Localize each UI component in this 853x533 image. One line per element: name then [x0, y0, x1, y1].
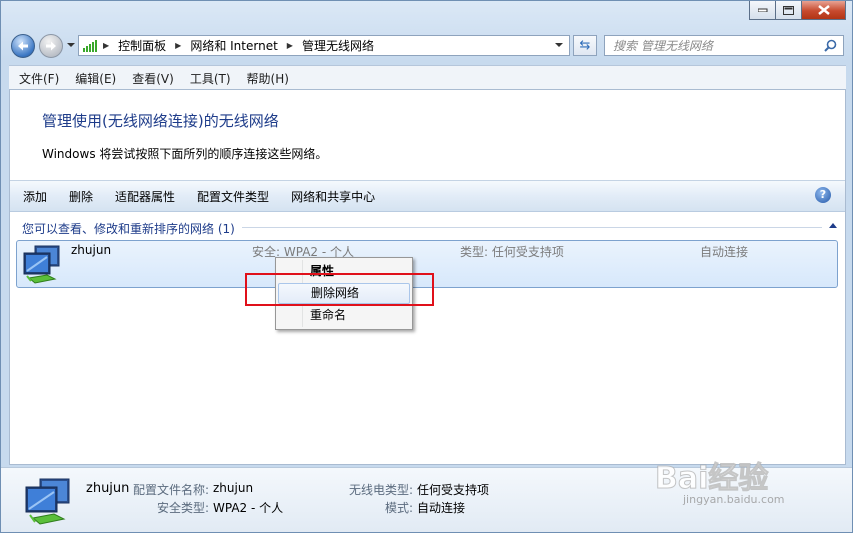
details-radio-label: 无线电类型:: [349, 483, 414, 497]
forward-arrow-icon: [46, 41, 56, 51]
search-placeholder: 搜索 管理无线网络: [613, 39, 713, 53]
close-button[interactable]: [801, 1, 846, 20]
recent-pages-dropdown[interactable]: [67, 43, 75, 47]
watermark-url: jingyan.baidu.com: [683, 493, 785, 506]
network-connect-mode: 自动连接: [700, 245, 749, 259]
menu-tools[interactable]: 工具(T): [180, 70, 237, 87]
address-row: ▶ 控制面板 ▶ 网络和 Internet ▶ 管理无线网络 ⇆ 搜索 管理无线…: [1, 31, 852, 61]
breadcrumb: ▶ 控制面板 ▶ 网络和 Internet ▶ 管理无线网络: [103, 37, 374, 54]
add-button[interactable]: 添加: [10, 188, 56, 205]
group-divider: [242, 227, 822, 228]
forward-button[interactable]: [39, 34, 63, 58]
watermark-brand: Bai经验: [654, 461, 769, 497]
details-radio-value: 任何受支持项: [417, 483, 490, 497]
wireless-network-icon: [25, 478, 70, 525]
address-bar[interactable]: ▶ 控制面板 ▶ 网络和 Internet ▶ 管理无线网络: [78, 35, 570, 56]
refresh-button[interactable]: ⇆: [573, 35, 597, 56]
page-description: Windows 将尝试按照下面所列的顺序连接这些网络。: [42, 147, 328, 161]
details-profile-value: zhujun: [213, 481, 254, 495]
details-security-value: WPA2 - 个人: [213, 501, 284, 515]
command-toolbar: 添加 删除 适配器属性 配置文件类型 网络和共享中心 ?: [10, 180, 845, 212]
collapse-group-icon[interactable]: [829, 223, 837, 228]
baidu-watermark: Bai经验 jingyan.baidu.com: [654, 453, 784, 507]
context-menu-rename[interactable]: 重命名: [278, 305, 410, 326]
breadcrumb-separator-icon: ▶: [103, 41, 110, 50]
search-input[interactable]: 搜索 管理无线网络: [604, 35, 844, 56]
details-profile-label: 配置文件名称:: [133, 483, 210, 497]
breadcrumb-separator-icon[interactable]: ▶: [287, 41, 293, 50]
help-icon[interactable]: ?: [815, 187, 831, 203]
maximize-button[interactable]: [775, 1, 802, 20]
breadcrumb-item-network-internet[interactable]: 网络和 Internet: [190, 37, 277, 54]
menu-view[interactable]: 查看(V): [122, 70, 180, 87]
minimize-button[interactable]: [749, 1, 776, 20]
close-icon: [817, 5, 830, 15]
details-security-label: 安全类型:: [157, 501, 210, 515]
adapter-properties-button[interactable]: 适配器属性: [102, 188, 184, 205]
network-group-header: 您可以查看、修改和重新排序的网络 (1): [22, 222, 235, 236]
address-history-dropdown[interactable]: [555, 43, 563, 47]
search-icon[interactable]: [824, 39, 837, 52]
breadcrumb-item-control-panel[interactable]: 控制面板: [118, 37, 166, 54]
menu-edit[interactable]: 编辑(E): [65, 70, 122, 87]
details-network-name: zhujun: [86, 481, 130, 496]
profile-types-button[interactable]: 配置文件类型: [184, 188, 278, 205]
explorer-window: ▶ 控制面板 ▶ 网络和 Internet ▶ 管理无线网络 ⇆ 搜索 管理无线…: [0, 0, 853, 533]
network-sharing-center-button[interactable]: 网络和共享中心: [278, 188, 384, 205]
details-mode-value: 自动连接: [417, 501, 466, 515]
highlight-annotation-box: [245, 273, 434, 306]
remove-button[interactable]: 删除: [56, 188, 102, 205]
menu-file[interactable]: 文件(F): [9, 70, 65, 87]
network-type: 类型: 任何受支持项: [460, 245, 564, 259]
back-arrow-icon: [18, 41, 28, 51]
refresh-icon: ⇆: [579, 38, 591, 53]
menu-bar: 文件(F) 编辑(E) 查看(V) 工具(T) 帮助(H): [9, 65, 846, 90]
details-mode-label: 模式:: [385, 501, 414, 515]
window-caption-buttons: [749, 1, 846, 20]
wireless-network-icon: [23, 245, 60, 284]
back-button[interactable]: [11, 34, 35, 58]
minimize-icon: [757, 8, 767, 12]
page-title: 管理使用(无线网络连接)的无线网络: [42, 112, 279, 130]
network-name: zhujun: [71, 243, 112, 257]
maximize-icon: [783, 5, 794, 15]
breadcrumb-separator-icon[interactable]: ▶: [175, 41, 181, 50]
network-signal-icon: [83, 39, 97, 52]
menu-help[interactable]: 帮助(H): [237, 70, 295, 87]
breadcrumb-item-manage-wireless[interactable]: 管理无线网络: [302, 37, 374, 54]
